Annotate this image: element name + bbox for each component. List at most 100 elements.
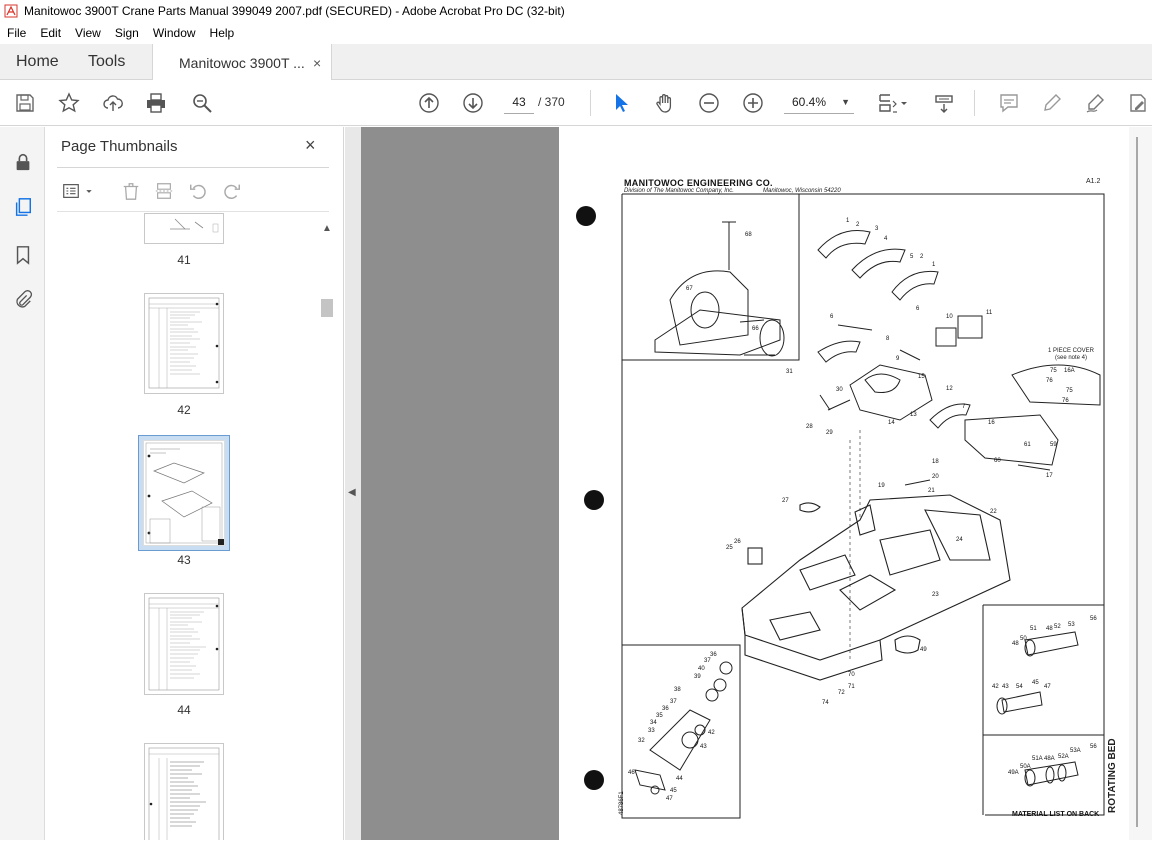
- svg-text:46: 46: [628, 770, 635, 776]
- hand-icon[interactable]: [653, 91, 677, 115]
- svg-text:18: 18: [932, 459, 939, 465]
- comment-icon[interactable]: [997, 91, 1021, 115]
- thumbnail-page-42[interactable]: [144, 293, 224, 394]
- svg-text:66: 66: [752, 326, 759, 332]
- chevron-left-icon[interactable]: ◀: [348, 487, 356, 498]
- menu-window[interactable]: Window: [146, 26, 203, 40]
- left-rail: [0, 127, 45, 840]
- svg-text:37: 37: [670, 699, 677, 705]
- svg-text:76: 76: [1062, 398, 1069, 404]
- close-icon[interactable]: ×: [305, 135, 316, 156]
- highlight-icon[interactable]: [1040, 91, 1064, 115]
- svg-text:10: 10: [946, 314, 953, 320]
- svg-text:4: 4: [884, 236, 888, 242]
- chevron-down-icon[interactable]: [83, 179, 95, 203]
- svg-text:7: 7: [962, 404, 966, 410]
- bookmark-icon[interactable]: [11, 243, 35, 267]
- panel-scrollbar[interactable]: [321, 299, 333, 317]
- svg-text:45: 45: [1032, 680, 1039, 686]
- options-menu-icon[interactable]: [59, 179, 83, 203]
- material-list-note: MATERIAL LIST ON BACK: [1012, 811, 1100, 818]
- next-page-edge: [1129, 127, 1152, 840]
- window-title: Manitowoc 3900T Crane Parts Manual 39904…: [24, 4, 565, 18]
- tab-home[interactable]: Home: [16, 44, 59, 80]
- svg-text:37: 37: [704, 658, 711, 664]
- svg-text:47: 47: [666, 796, 673, 802]
- svg-text:36: 36: [662, 706, 669, 712]
- menu-edit[interactable]: Edit: [33, 26, 68, 40]
- tab-tools[interactable]: Tools: [88, 44, 125, 80]
- svg-text:11: 11: [986, 310, 993, 316]
- svg-text:50A: 50A: [1020, 764, 1031, 770]
- thumbnail-page-43[interactable]: [138, 435, 230, 551]
- svg-text:49A: 49A: [1008, 770, 1019, 776]
- toolbar-divider: [974, 90, 975, 116]
- svg-text:47: 47: [1044, 684, 1051, 690]
- menu-view[interactable]: View: [68, 26, 108, 40]
- zoom-search-icon[interactable]: [190, 91, 214, 115]
- menu-file[interactable]: File: [0, 26, 33, 40]
- svg-text:75: 75: [1050, 368, 1057, 374]
- zoom-in-icon[interactable]: [741, 91, 765, 115]
- svg-text:24: 24: [956, 537, 963, 543]
- svg-text:48A: 48A: [1044, 756, 1055, 762]
- svg-text:8: 8: [886, 336, 890, 342]
- pdf-page[interactable]: 68 67 66 1234 521 6 6 10 11 8 9 31 30 15 12 13 14 2…: [559, 127, 1129, 840]
- thumbnail-page-41[interactable]: [144, 213, 224, 244]
- svg-text:51A: 51A: [1032, 756, 1043, 762]
- menu-help[interactable]: Help: [203, 26, 242, 40]
- scroll-mode-icon[interactable]: [932, 91, 956, 115]
- edit-pdf-icon[interactable]: [1126, 91, 1150, 115]
- rotate-right-icon[interactable]: [220, 179, 244, 203]
- sign-icon[interactable]: [1083, 91, 1107, 115]
- scroll-up-icon[interactable]: ▲: [322, 223, 332, 234]
- delete-icon[interactable]: [119, 179, 143, 203]
- tab-close-icon[interactable]: ×: [313, 55, 321, 71]
- svg-text:3: 3: [875, 226, 879, 232]
- rotate-left-icon[interactable]: [186, 179, 210, 203]
- svg-text:48: 48: [1012, 641, 1019, 647]
- svg-text:14: 14: [888, 420, 895, 426]
- page-code: A1.2: [1086, 178, 1101, 185]
- svg-text:42: 42: [708, 730, 715, 736]
- upload-icon[interactable]: [101, 91, 125, 115]
- svg-text:44: 44: [676, 776, 683, 782]
- svg-text:74: 74: [822, 700, 829, 706]
- cover-note-line: 1 PIECE COVER: [1048, 348, 1095, 354]
- tab-document[interactable]: Manitowoc 3900T ... ×: [152, 44, 332, 81]
- chevron-down-icon[interactable]: [898, 91, 910, 115]
- svg-text:30: 30: [836, 387, 843, 393]
- cursor-icon[interactable]: [609, 91, 633, 115]
- panel-splitter[interactable]: [345, 127, 361, 840]
- svg-text:35: 35: [656, 713, 663, 719]
- svg-text:56: 56: [1090, 616, 1097, 622]
- svg-text:20: 20: [932, 474, 939, 480]
- svg-text:16A: 16A: [1064, 368, 1075, 374]
- save-icon[interactable]: [13, 91, 37, 115]
- thumbnail-page-45[interactable]: [144, 743, 224, 840]
- svg-text:38: 38: [674, 687, 681, 693]
- zoom-level-select[interactable]: 60.4% ▼: [784, 90, 854, 114]
- lock-icon[interactable]: [11, 150, 35, 174]
- menu-sign[interactable]: Sign: [108, 26, 146, 40]
- svg-text:12: 12: [946, 386, 953, 392]
- menu-bar: File Edit View Sign Window Help: [0, 22, 1152, 44]
- svg-text:75: 75: [1066, 388, 1073, 394]
- page-number-input[interactable]: 43: [504, 90, 534, 114]
- svg-text:28: 28: [806, 424, 813, 430]
- svg-text:13: 13: [910, 412, 917, 418]
- fit-page-icon[interactable]: [876, 91, 900, 115]
- zoom-out-icon[interactable]: [697, 91, 721, 115]
- attachment-icon[interactable]: [11, 288, 35, 312]
- svg-text:43: 43: [700, 744, 707, 750]
- svg-text:43: 43: [1002, 684, 1009, 690]
- print-icon[interactable]: [144, 91, 168, 115]
- star-icon[interactable]: [57, 91, 81, 115]
- page-thumbnails-icon[interactable]: [11, 195, 35, 219]
- thumbnail-page-44[interactable]: [144, 593, 224, 695]
- svg-text:31: 31: [786, 369, 793, 375]
- svg-text:60: 60: [994, 458, 1001, 464]
- page-up-icon[interactable]: [417, 91, 441, 115]
- page-down-icon[interactable]: [461, 91, 485, 115]
- extract-pages-icon[interactable]: [152, 179, 176, 203]
